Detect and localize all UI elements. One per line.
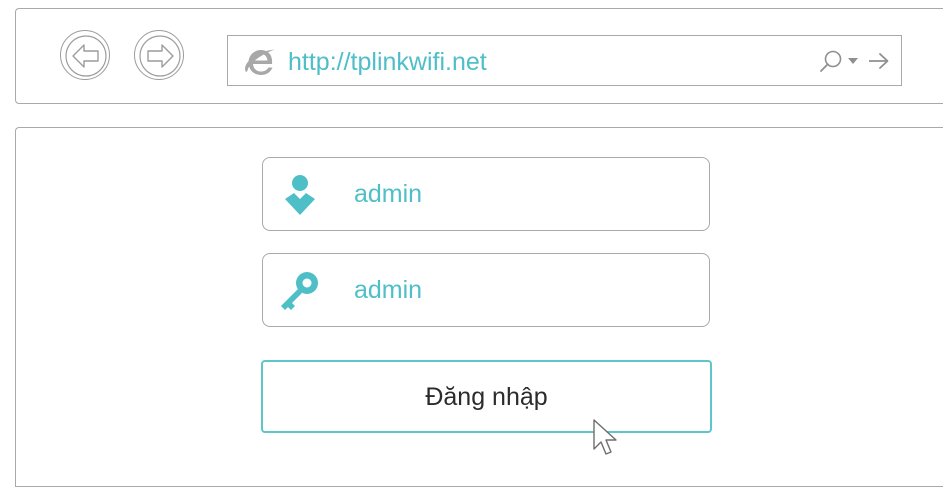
password-value: admin [354,276,423,304]
login-button-label: Đăng nhập [425,383,548,411]
back-button[interactable] [60,30,110,80]
address-bar[interactable]: http://tplinkwifi.net [227,35,902,86]
forward-button[interactable] [134,30,184,80]
username-field[interactable]: admin [262,157,710,231]
go-arrow-icon[interactable] [868,51,890,71]
user-icon [285,175,315,215]
back-arrow-icon [65,35,107,77]
username-value: admin [354,180,423,208]
search-icon[interactable] [818,49,844,73]
internet-explorer-icon [245,49,275,75]
login-button[interactable]: Đăng nhập [261,360,712,433]
url-text[interactable]: http://tplinkwifi.net [288,48,487,76]
forward-arrow-icon [139,35,181,77]
dropdown-arrow-icon[interactable] [847,57,859,65]
mouse-cursor-icon [593,419,617,455]
key-icon [281,272,318,310]
password-field[interactable]: admin [262,253,710,327]
